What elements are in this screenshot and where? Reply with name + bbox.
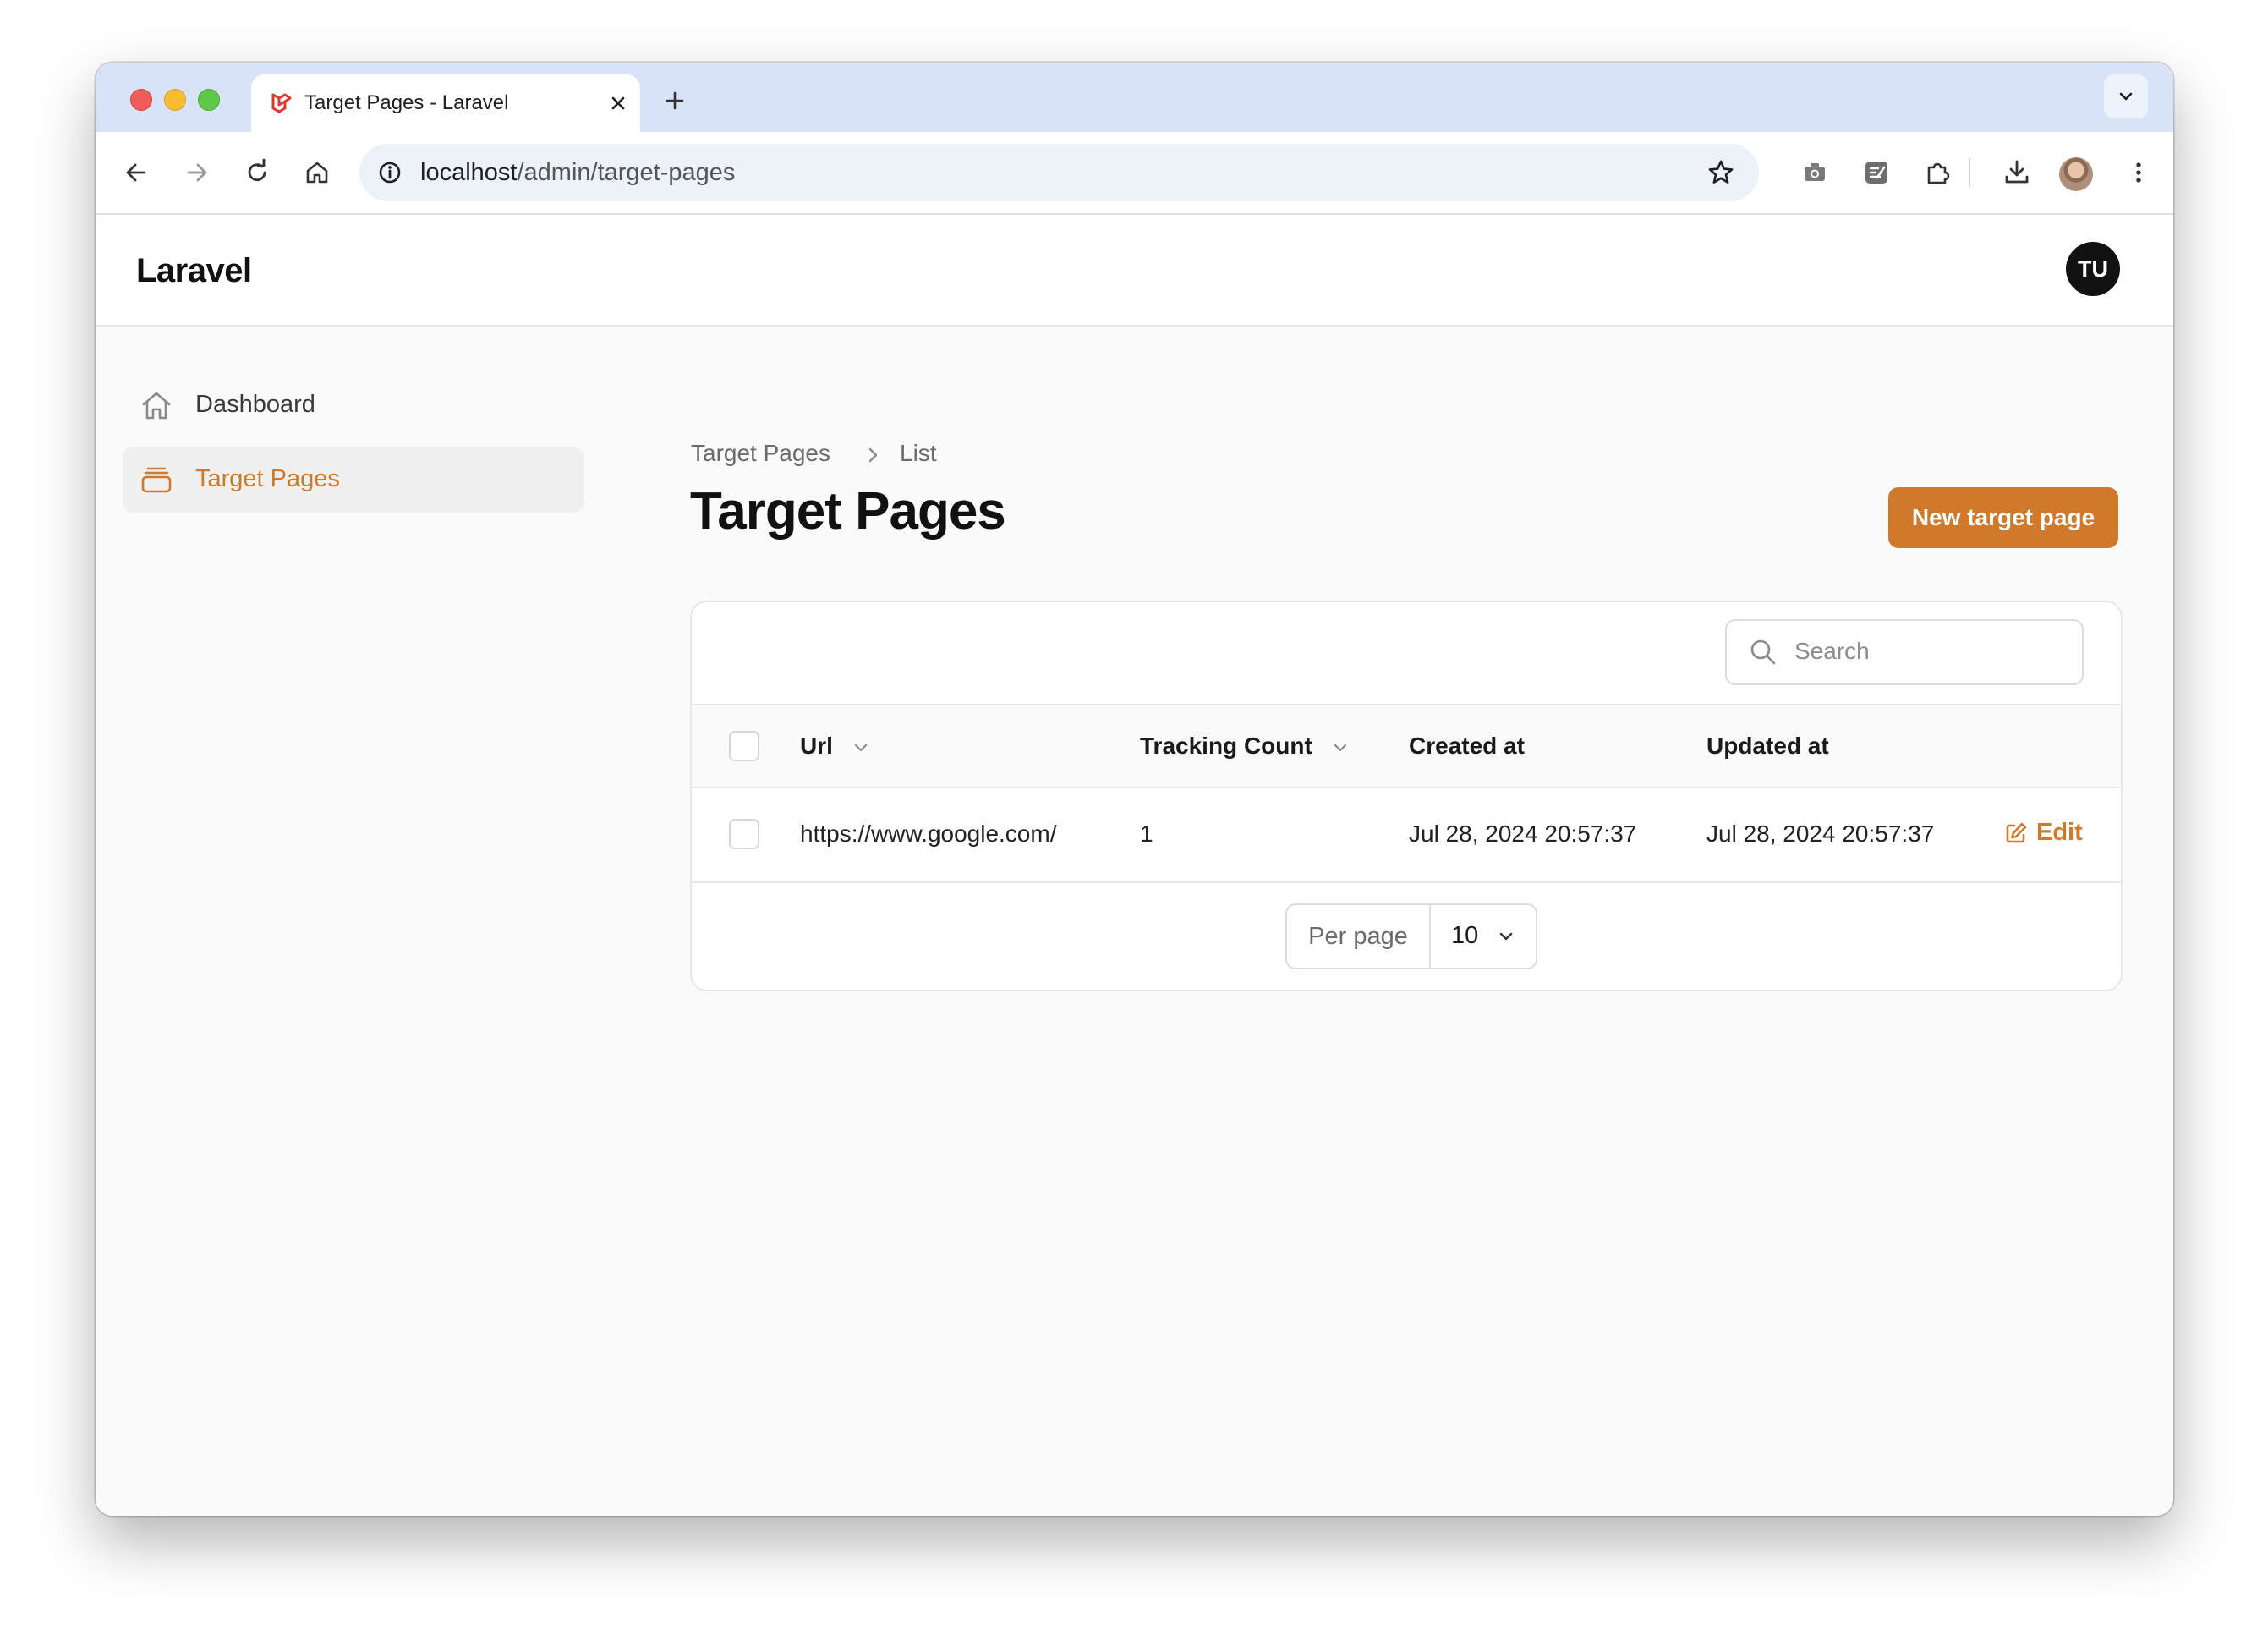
url-path: /admin/target-pages <box>517 159 736 186</box>
chevron-down-icon <box>1334 744 1346 751</box>
per-page-value: 10 <box>1451 922 1479 949</box>
table-row: https://www.google.com/ 1 Jul 28, 2024 2… <box>692 787 2121 883</box>
cell-created-at: Jul 28, 2024 20:57:37 <box>1409 820 1637 847</box>
browser-tab[interactable]: Target Pages - Laravel <box>251 74 640 132</box>
laravel-favicon-icon <box>271 93 292 113</box>
row-checkbox[interactable] <box>729 819 759 849</box>
column-header-url[interactable]: Url <box>800 733 870 760</box>
search-box[interactable] <box>1725 619 2084 685</box>
sidebar-item-label: Target Pages <box>195 465 340 492</box>
app-topbar: Laravel TU <box>96 215 2173 327</box>
pencil-square-icon <box>2006 822 2027 842</box>
camera-icon[interactable] <box>1800 157 1830 188</box>
forward-arrow-icon[interactable] <box>182 157 212 188</box>
url-host: localhost <box>420 159 518 186</box>
tab-search-button[interactable] <box>2104 74 2148 118</box>
profile-avatar[interactable] <box>2059 157 2093 191</box>
home-icon <box>142 392 171 420</box>
tab-strip: Target Pages - Laravel <box>96 63 2173 132</box>
edit-label: Edit <box>2036 819 2083 846</box>
more-menu-icon[interactable] <box>2123 157 2154 188</box>
app-brand[interactable]: Laravel <box>136 252 252 290</box>
edit-button[interactable]: Edit <box>2004 819 2083 847</box>
browser-toolbar: localhost/admin/target-pages <box>96 132 2173 215</box>
extensions-puzzle-icon[interactable] <box>1922 157 1953 188</box>
search-icon <box>1750 639 1776 665</box>
cell-url: https://www.google.com/ <box>800 820 1057 847</box>
page-title: Target Pages <box>690 482 1006 541</box>
per-page-select[interactable]: Per page 10 <box>1285 903 1537 969</box>
column-header-label: Url <box>800 733 833 759</box>
chevron-right-icon <box>868 447 878 463</box>
chevron-down-icon <box>1499 932 1513 941</box>
maximize-window-button[interactable] <box>198 89 220 111</box>
bookmark-star-icon[interactable] <box>1706 158 1735 187</box>
close-window-button[interactable] <box>130 89 152 111</box>
search-input[interactable] <box>1793 621 2067 682</box>
breadcrumb-item-target-pages[interactable]: Target Pages <box>691 440 830 467</box>
page-content: Laravel TU Dashboard Target Pages Target… <box>96 215 2173 1516</box>
cell-tracking-count: 1 <box>1140 820 1153 847</box>
chevron-down-icon <box>2119 92 2133 101</box>
close-tab-icon[interactable] <box>606 91 630 115</box>
chevron-down-icon <box>854 744 867 751</box>
new-tab-icon[interactable] <box>662 88 688 113</box>
rectangle-stack-icon <box>141 467 172 493</box>
reload-icon[interactable] <box>242 157 272 188</box>
address-url: localhost/admin/target-pages <box>420 159 735 187</box>
back-arrow-icon[interactable] <box>121 157 151 188</box>
column-header-label: Tracking Count <box>1140 733 1312 759</box>
browser-window: Target Pages - Laravel localhost/admin/t… <box>96 63 2173 1516</box>
home-button-icon[interactable] <box>302 157 332 188</box>
column-header-created-at: Created at <box>1409 733 1525 759</box>
sidebar-item-dashboard[interactable]: Dashboard <box>123 372 584 438</box>
tab-title: Target Pages - Laravel <box>304 91 509 114</box>
sidebar-item-label: Dashboard <box>195 391 315 418</box>
extension-editor-icon[interactable] <box>1861 157 1892 188</box>
address-bar[interactable]: localhost/admin/target-pages <box>359 144 1759 201</box>
breadcrumb-item-list: List <box>900 440 937 466</box>
user-avatar[interactable]: TU <box>2066 242 2120 296</box>
new-target-page-button[interactable]: New target page <box>1888 487 2118 548</box>
toolbar-separator <box>1969 158 1970 187</box>
table-card: Url Tracking Count Created at Updated at… <box>690 601 2123 991</box>
select-all-checkbox[interactable] <box>729 731 759 761</box>
cell-updated-at: Jul 28, 2024 20:57:37 <box>1706 820 1935 847</box>
downloads-icon[interactable] <box>2002 157 2032 188</box>
site-info-icon[interactable] <box>376 159 403 186</box>
sidebar-item-target-pages[interactable]: Target Pages <box>123 447 584 513</box>
table-header: Url Tracking Count Created at Updated at <box>692 704 2121 788</box>
column-header-tracking-count[interactable]: Tracking Count <box>1140 733 1350 760</box>
column-header-updated-at: Updated at <box>1706 733 1829 759</box>
minimize-window-button[interactable] <box>164 89 186 111</box>
per-page-label: Per page <box>1287 905 1431 968</box>
